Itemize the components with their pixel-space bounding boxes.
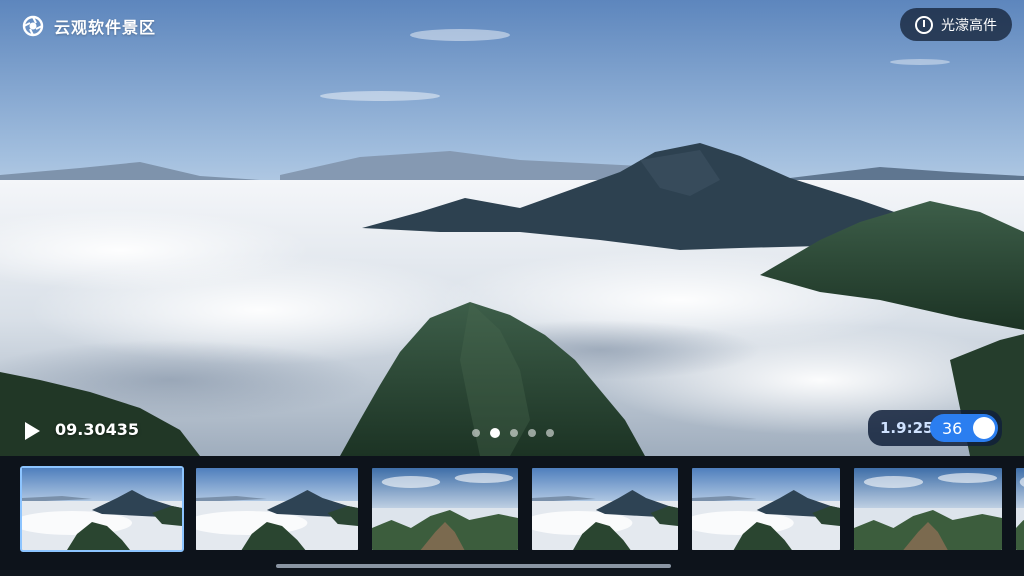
play-icon[interactable] [22, 420, 42, 442]
thumbnail-item[interactable] [20, 466, 184, 552]
thumbnail-item[interactable] [1014, 466, 1024, 552]
thumbnail-image [532, 468, 678, 550]
toggle-switch[interactable]: 36 [930, 414, 998, 442]
carousel-dots [472, 428, 554, 438]
playback-time: 09.30435 [55, 420, 140, 439]
thumbnail-image [692, 468, 840, 550]
top-action-button[interactable]: 光濛高件 [900, 8, 1012, 41]
thumbnail-image [22, 468, 182, 550]
carousel-dot[interactable] [546, 429, 554, 437]
thumbnail-list [20, 466, 1024, 552]
thumbnail-strip [0, 456, 1024, 576]
playback-control-pill: 1.9:25 36 [868, 410, 1002, 446]
aperture-icon [22, 15, 44, 37]
thumbnail-image [854, 468, 1002, 550]
toggle-knob [973, 417, 995, 439]
top-action-label: 光濛高件 [941, 17, 997, 34]
toggle-value: 36 [942, 418, 963, 438]
carousel-dot[interactable] [510, 429, 518, 437]
hero-image[interactable]: 云观软件景区 光濛高件 09.30435 1.9:25 36 [0, 0, 1024, 456]
strip-bottom-edge [0, 570, 1024, 576]
carousel-dot[interactable] [490, 428, 500, 438]
thumbnail-item[interactable] [370, 466, 520, 552]
carousel-dot[interactable] [528, 429, 536, 437]
carousel-dot[interactable] [472, 429, 480, 437]
horizontal-scrollbar[interactable] [276, 564, 671, 568]
app-title: 云观软件景区 [54, 18, 157, 37]
brand: 云观软件景区 [22, 14, 156, 38]
sea-of-clouds-scene [0, 0, 1024, 456]
thumbnail-image [196, 468, 358, 550]
info-circle-icon [915, 15, 933, 34]
thumbnail-item[interactable] [690, 466, 842, 552]
control-value: 1.9:25 [880, 419, 934, 437]
thumbnail-item[interactable] [852, 466, 1004, 552]
thumbnail-item[interactable] [194, 466, 360, 552]
top-bar: 云观软件景区 光濛高件 [0, 0, 1024, 52]
thumbnail-image [372, 468, 518, 550]
thumbnail-image [1016, 468, 1024, 550]
thumbnail-item[interactable] [530, 466, 680, 552]
